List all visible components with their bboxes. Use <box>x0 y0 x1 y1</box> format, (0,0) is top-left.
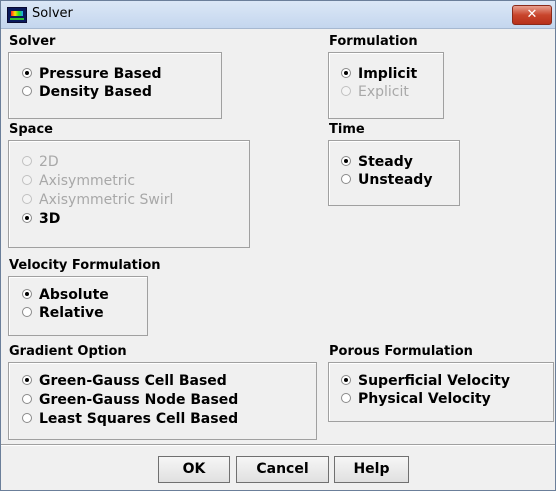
radio-unselected-icon <box>22 307 32 317</box>
space-group-box: 2D Axisymmetric Axisymmetric Swirl 3D <box>8 140 250 248</box>
radio-selected-icon <box>341 375 351 385</box>
button-separator <box>1 444 555 446</box>
space-group-label: Space <box>9 122 53 137</box>
radio-unselected-icon <box>22 156 32 166</box>
radio-unselected-icon <box>341 86 351 96</box>
solver-group-box: Pressure Based Density Based <box>8 52 222 119</box>
option-label: Superficial Velocity <box>358 373 510 389</box>
radio-selected-icon <box>341 68 351 78</box>
help-button[interactable]: Help <box>334 456 409 483</box>
option-label: Unsteady <box>358 172 433 188</box>
option-label: Explicit <box>358 84 409 100</box>
option-label: 2D <box>39 154 59 170</box>
gradient-option-group-label: Gradient Option <box>9 344 127 359</box>
porous-formulation-group-box: Superficial Velocity Physical Velocity <box>328 362 554 422</box>
cancel-button[interactable]: Cancel <box>236 456 329 483</box>
option-label: Axisymmetric Swirl <box>39 192 174 208</box>
solver-group-label: Solver <box>9 34 56 49</box>
radio-unselected-icon <box>22 413 32 423</box>
radio-unselected-icon <box>22 175 32 185</box>
ok-button[interactable]: OK <box>158 456 230 483</box>
option-label: Green-Gauss Node Based <box>39 392 239 408</box>
porous-formulation-group-label: Porous Formulation <box>329 344 473 359</box>
option-label: Density Based <box>39 84 152 100</box>
option-label: Least Squares Cell Based <box>39 411 239 427</box>
window-title: Solver <box>32 6 73 21</box>
radio-selected-icon <box>341 156 351 166</box>
radio-selected-icon <box>22 289 32 299</box>
radio-unselected-icon <box>22 86 32 96</box>
time-group-box: Steady Unsteady <box>328 140 460 206</box>
option-label: Physical Velocity <box>358 391 491 407</box>
radio-unselected-icon <box>22 394 32 404</box>
velocity-formulation-group-box: Absolute Relative <box>8 276 148 336</box>
time-group-label: Time <box>329 122 365 137</box>
formulation-group-box: Implicit Explicit <box>328 52 444 119</box>
gradient-option-group-box: Green-Gauss Cell Based Green-Gauss Node … <box>8 362 317 440</box>
option-label: Relative <box>39 305 104 321</box>
option-label: Green-Gauss Cell Based <box>39 373 227 389</box>
option-label: 3D <box>39 211 61 227</box>
radio-unselected-icon <box>22 194 32 204</box>
radio-selected-icon <box>22 213 32 223</box>
radio-unselected-icon <box>341 174 351 184</box>
velocity-formulation-group-label: Velocity Formulation <box>9 258 161 273</box>
option-label: Absolute <box>39 287 109 303</box>
title-bar[interactable]: Solver ✕ <box>1 1 555 29</box>
fluent-app-icon <box>7 7 27 23</box>
close-button[interactable]: ✕ <box>512 5 552 25</box>
option-label: Axisymmetric <box>39 173 136 189</box>
option-label: Pressure Based <box>39 66 162 82</box>
radio-selected-icon <box>22 375 32 385</box>
radio-unselected-icon <box>341 393 351 403</box>
option-label: Steady <box>358 154 413 170</box>
radio-selected-icon <box>22 68 32 78</box>
solver-dialog: Solver ✕ Solver Pressure Based Density B… <box>0 0 556 491</box>
option-label: Implicit <box>358 66 418 82</box>
formulation-group-label: Formulation <box>329 34 418 49</box>
